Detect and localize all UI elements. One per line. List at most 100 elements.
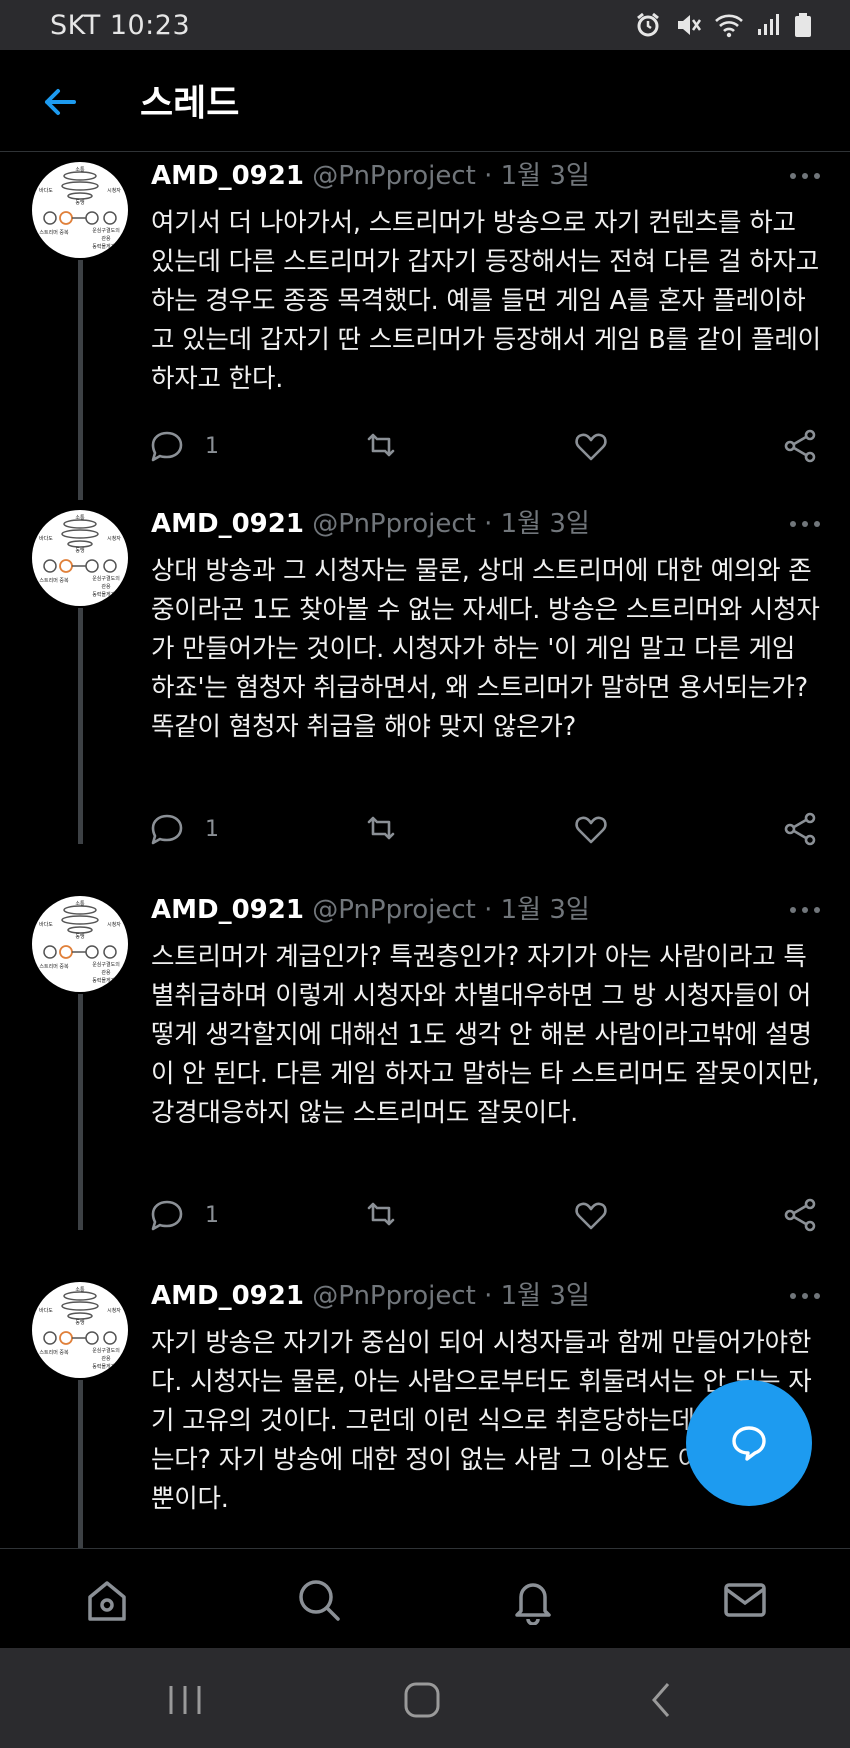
reply-button[interactable]: 1: [145, 1195, 219, 1235]
author-handle-date: @PnPproject · 1월 3일: [312, 161, 590, 191]
author-handle-date: @PnPproject · 1월 3일: [312, 895, 590, 925]
avatar-diagram-icon: 바다도 소통시청자동맹스트리머 중복 운심구결도의관용동력몰게개방: [39, 1287, 121, 1370]
avatar-label: 동맹: [75, 1319, 85, 1326]
avatar-label: 바다도: [39, 535, 53, 542]
avatar-label: 관용: [101, 1355, 111, 1362]
retweet-button[interactable]: [359, 426, 403, 466]
heart-icon: [575, 1202, 607, 1230]
author-name[interactable]: AMD_0921: [151, 161, 304, 191]
reply-button[interactable]: 1: [145, 426, 219, 466]
avatar-label: 운심구결도의: [92, 961, 120, 968]
chat-bubble-icon: [151, 814, 183, 845]
alarm-icon: [637, 12, 659, 37]
avatar-diagram-icon: 바다도 소통시청자동맹스트리머 중복 운심구결도의관용동력몰게개방: [39, 901, 121, 984]
heart-icon: [575, 433, 607, 461]
mail-icon: [724, 1583, 766, 1617]
more-button[interactable]: [785, 504, 825, 544]
avatar-label: 스트리머 중복: [39, 577, 69, 584]
avatar-label: 스트리머 중복: [39, 229, 69, 236]
battery-icon: [795, 13, 811, 37]
more-button[interactable]: [785, 156, 825, 196]
status-icons: [634, 11, 812, 39]
chat-bubble-icon: [151, 431, 183, 462]
avatar[interactable]: 바다도 소통 시청자 동맹 스트리머 중복 운심구결도의 관용 동력몰게개방: [32, 896, 128, 992]
avatar-label: 동력몰게개방: [92, 591, 120, 598]
avatar-label: 운심구결도의: [92, 575, 120, 582]
chevron-left-icon: [652, 1683, 670, 1717]
bottom-navigation: [0, 1548, 850, 1648]
heart-icon: [575, 816, 607, 844]
thread-header: 스레드: [0, 50, 850, 152]
retweet-button[interactable]: [359, 809, 403, 849]
avatar-label: 소통: [75, 515, 85, 521]
reply-button[interactable]: 1: [145, 809, 219, 849]
more-horizontal-icon: [790, 1293, 820, 1299]
recent-apps-icon: [169, 1686, 201, 1714]
system-navigation-bar: [0, 1648, 850, 1748]
avatar-label: 소통: [75, 901, 85, 907]
retweet-icon: [367, 816, 395, 840]
share-icon: [784, 429, 816, 463]
nav-home[interactable]: [82, 1575, 132, 1625]
avatar-label: 시청자: [107, 921, 121, 928]
home-icon: [88, 1581, 126, 1621]
nav-notifications[interactable]: [508, 1575, 558, 1626]
avatar-label: 시청자: [107, 187, 121, 194]
share-button[interactable]: [779, 1195, 823, 1235]
bell-icon: [515, 1583, 551, 1626]
avatar-label: 관용: [101, 235, 111, 242]
share-button[interactable]: [779, 809, 823, 849]
recent-apps-button[interactable]: [163, 1678, 207, 1722]
like-button[interactable]: [569, 809, 613, 849]
tweet-header: AMD_0921 @PnPproject · 1월 3일: [151, 156, 821, 196]
more-horizontal-icon: [790, 173, 820, 179]
tweet[interactable]: 바다도 소통시청자동맹스트리머 중복 운심구결도의 관용 동력몰게개방 AMD_0921…: [0, 504, 850, 884]
like-button[interactable]: [569, 426, 613, 466]
avatar[interactable]: 바다도 소통 시청자 동맹 스트리머 중복 운심구결도의 관용 동력몰게개방: [32, 1282, 128, 1378]
compose-reply-button[interactable]: [686, 1380, 812, 1506]
avatar-label: 동력몰게개방: [92, 977, 120, 984]
chat-bubble-icon: [151, 1200, 183, 1231]
retweet-icon: [367, 1202, 395, 1226]
nav-search[interactable]: [294, 1575, 344, 1625]
avatar-label: 시청자: [107, 1307, 121, 1314]
avatar-label: 동력몰게개방: [92, 243, 120, 250]
avatar-label: 관용: [101, 583, 111, 590]
author-name[interactable]: AMD_0921: [151, 895, 304, 925]
avatar-label: 시청자: [107, 535, 121, 542]
more-button[interactable]: [785, 890, 825, 930]
retweet-button[interactable]: [359, 1195, 403, 1235]
home-system-button[interactable]: [400, 1678, 444, 1722]
home-square-icon: [404, 1682, 440, 1718]
author-handle-date: @PnPproject · 1월 3일: [312, 509, 590, 539]
author-name[interactable]: AMD_0921: [151, 509, 304, 539]
compose-reply-icon: [732, 1426, 766, 1461]
author-name[interactable]: AMD_0921: [151, 1281, 304, 1311]
tweet-actions: 1: [151, 426, 821, 466]
share-button[interactable]: [779, 426, 823, 466]
author-handle-date: @PnPproject · 1월 3일: [312, 1281, 590, 1311]
back-button[interactable]: [40, 82, 80, 122]
avatar-label: 소통: [75, 167, 85, 173]
reply-count: 1: [205, 433, 219, 459]
avatar-diagram-icon: 바다도 소통시청자동맹스트리머 중복 운심구결도의관용동력몰게개방: [39, 167, 121, 250]
retweet-icon: [367, 433, 395, 457]
more-button[interactable]: [785, 1276, 825, 1316]
tweet-header: AMD_0921 @PnPproject · 1월 3일: [151, 890, 821, 930]
like-button[interactable]: [569, 1195, 613, 1235]
more-horizontal-icon: [790, 907, 820, 913]
nav-messages[interactable]: [720, 1575, 770, 1625]
avatar[interactable]: 바다도 소통시청자동맹스트리머 중복 운심구결도의 관용 동력몰게개방: [32, 510, 128, 606]
tweet-text: 스트리머가 계급인가? 특권층인가? 자기가 아는 사람이라고 특별취급하며 이…: [151, 942, 820, 1128]
avatar-label: 바다도: [39, 1307, 53, 1314]
avatar-label: 동맹: [75, 547, 85, 554]
avatar-label: 동맹: [75, 199, 85, 206]
back-system-button[interactable]: [640, 1678, 684, 1722]
avatar-label: 스트리머 중복: [39, 963, 69, 970]
tweet-text: 여기서 더 나아가서, 스트리머가 방송으로 자기 컨텐츠를 하고 있는데 다른…: [151, 208, 821, 394]
tweet[interactable]: 바다도 소통 시청자 동맹 스트리머 중복 운심구결도의 관용 동력몰게개방 AMD_0921…: [0, 890, 850, 1270]
tweet[interactable]: 바다도 소통 시청자 동맹 스트리머 중복 운심구결도의 관용 동력몰게개방 AMD_0921…: [0, 156, 850, 500]
carrier-time: SKT 10:23: [50, 9, 191, 41]
avatar[interactable]: 바다도 소통 시청자 동맹 스트리머 중복 운심구결도의 관용 동력몰게개방: [32, 162, 128, 258]
thread-timeline: 바다도 소통 시청자 동맹 스트리머 중복 운심구결도의 관용 동력몰게개방 AMD_0921…: [0, 152, 850, 1548]
